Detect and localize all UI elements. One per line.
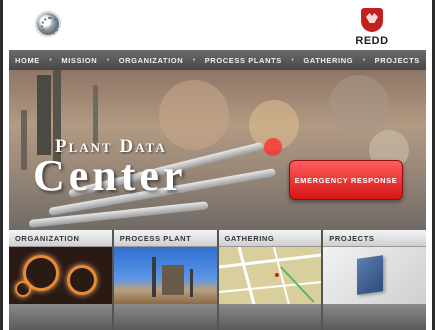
bokeh-light [159, 80, 229, 150]
nav-separator: • [291, 56, 294, 64]
nav-separator: • [49, 56, 52, 64]
tile-organization[interactable]: Organization [9, 230, 112, 330]
map-image [218, 246, 322, 305]
main-nav: Home • Mission • Organization • Process … [9, 50, 426, 70]
nav-home[interactable]: Home [15, 56, 40, 65]
company-seal-logo[interactable] [35, 11, 61, 37]
feature-tiles: Organization Process Plant Gathering [9, 230, 426, 330]
tile-label: Organization [9, 230, 112, 247]
nav-mission[interactable]: Mission [61, 56, 97, 65]
refinery-tower [21, 110, 27, 170]
nav-gathering[interactable]: Gathering [303, 56, 353, 65]
nav-separator: • [192, 56, 196, 64]
nav-projects[interactable]: Projects [375, 56, 420, 65]
orange-rings-image [9, 247, 112, 304]
tile-label: Gathering [218, 230, 322, 247]
glowing-ring [15, 281, 31, 297]
nav-separator: • [362, 56, 366, 64]
plant-structure [151, 257, 156, 297]
header: REDD [3, 0, 432, 50]
tile-footer [9, 304, 112, 330]
shield-icon [361, 8, 383, 32]
glowing-ring [67, 265, 97, 295]
project-sign [357, 255, 384, 295]
refinery-tower [37, 75, 51, 155]
nav-process-plants[interactable]: Process Plants [205, 56, 282, 65]
tile-projects[interactable]: Projects [323, 230, 426, 330]
tile-footer [218, 304, 322, 330]
tile-footer [323, 304, 426, 330]
hero-banner: Plant Data Center Emergency Response [9, 70, 426, 230]
redd-logo-text: REDD [355, 35, 389, 47]
nav-organization[interactable]: Organization [119, 56, 184, 65]
bokeh-light [264, 138, 282, 156]
plant-structure [189, 269, 193, 297]
refinery-photo [113, 247, 217, 304]
map-roads-icon [218, 246, 322, 305]
plant-sign-image [323, 247, 426, 304]
tile-label: Projects [323, 230, 426, 247]
tile-footer [113, 304, 217, 330]
plant-structure [161, 265, 184, 295]
emergency-response-button[interactable]: Emergency Response [289, 160, 403, 200]
nav-separator: • [106, 56, 110, 64]
bokeh-light [329, 75, 389, 135]
redd-logo[interactable]: REDD [342, 8, 402, 48]
tile-label: Process Plant [113, 230, 217, 247]
hero-title-line2: Center [33, 151, 187, 200]
tile-gathering[interactable]: Gathering [218, 230, 322, 330]
tile-process-plant[interactable]: Process Plant [113, 230, 217, 330]
